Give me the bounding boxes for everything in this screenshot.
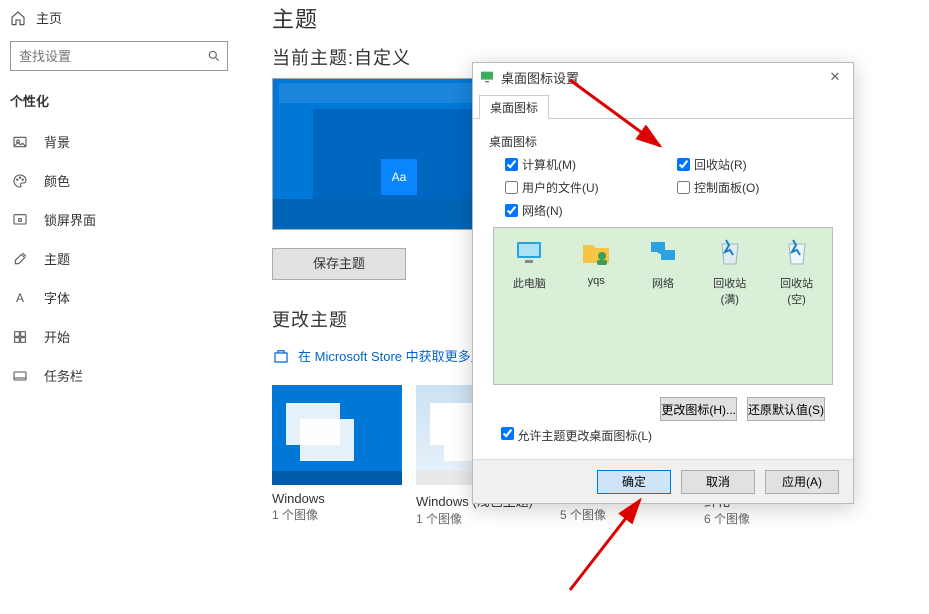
preview-item-user[interactable]: yqs <box>573 236 620 287</box>
dialog-tabstrip: 桌面图标 <box>473 91 853 119</box>
change-icon-button[interactable]: 更改图标(H)... <box>660 397 737 421</box>
check-allow-themes-box[interactable] <box>501 427 514 440</box>
dialog-titlebar[interactable]: 桌面图标设置 ✕ <box>473 63 853 91</box>
preview-accent-tile: Aa <box>381 159 417 195</box>
dialog-bottom-bar: 确定 取消 应用(A) <box>473 459 853 503</box>
save-theme-button[interactable]: 保存主题 <box>272 248 406 280</box>
dialog-tab-desktop-icons[interactable]: 桌面图标 <box>479 95 549 119</box>
search-icon <box>207 49 221 63</box>
lockscreen-icon <box>12 212 28 228</box>
monitor-icon <box>479 69 495 85</box>
search-input[interactable] <box>19 49 207 64</box>
sidebar-home[interactable]: 主页 <box>0 2 238 33</box>
sidebar-item-label: 颜色 <box>44 171 70 190</box>
sidebar-item-label: 开始 <box>44 327 70 346</box>
sidebar-item-label: 锁屏界面 <box>44 210 96 229</box>
theme-name: Windows <box>272 485 402 506</box>
preview-item-computer[interactable]: 此电脑 <box>506 236 553 291</box>
preview-item-label: 网络 <box>640 275 687 291</box>
sidebar-item-label: 主题 <box>44 249 70 268</box>
preview-item-label: yqs <box>573 275 620 287</box>
check-recycle[interactable]: 回收站(R) <box>677 156 839 173</box>
preview-item-label: 回收站(空) <box>773 275 820 307</box>
sidebar-item-start[interactable]: 开始 <box>0 317 238 356</box>
recycle-full-icon <box>714 236 746 268</box>
recycle-empty-icon <box>781 236 813 268</box>
theme-thumb <box>272 385 402 485</box>
page-title: 主题 <box>272 0 909 44</box>
dialog-body: 桌面图标 计算机(M) 回收站(R) 用户的文件(U) 控制面板(O) 网络(N… <box>473 119 853 454</box>
image-icon <box>12 134 28 150</box>
theme-card[interactable]: Windows 1 个图像 <box>272 385 402 527</box>
check-network[interactable]: 网络(N) <box>505 202 667 219</box>
check-network-box[interactable] <box>505 204 518 217</box>
theme-sub: 5 个图像 <box>560 506 690 523</box>
check-control-box[interactable] <box>677 181 690 194</box>
preview-item-network[interactable]: 网络 <box>640 236 687 291</box>
check-computer-box[interactable] <box>505 158 518 171</box>
user-folder-icon <box>580 236 612 268</box>
start-icon <box>12 329 28 345</box>
check-computer[interactable]: 计算机(M) <box>505 156 667 173</box>
preview-item-label: 回收站(满) <box>706 275 753 307</box>
sidebar-item-lockscreen[interactable]: 锁屏界面 <box>0 200 238 239</box>
theme-sub: 1 个图像 <box>272 506 402 523</box>
sidebar-item-background[interactable]: 背景 <box>0 122 238 161</box>
palette-icon <box>12 173 28 189</box>
sidebar-item-label: 背景 <box>44 132 70 151</box>
cancel-button[interactable]: 取消 <box>681 470 755 494</box>
theme-sub: 6 个图像 <box>704 510 834 527</box>
theme-sub: 1 个图像 <box>416 510 546 527</box>
group-label: 桌面图标 <box>489 133 837 150</box>
ok-button[interactable]: 确定 <box>597 470 671 494</box>
network-icon <box>647 236 679 268</box>
check-userfiles[interactable]: 用户的文件(U) <box>505 179 667 196</box>
apply-button[interactable]: 应用(A) <box>765 470 839 494</box>
preview-item-label: 此电脑 <box>506 275 553 291</box>
restore-defaults-button[interactable]: 还原默认值(S) <box>747 397 825 421</box>
sidebar-home-label: 主页 <box>36 8 62 27</box>
store-link-text: 在 Microsoft Store 中获取更多主题 <box>298 346 497 365</box>
dialog-icon-preview: 此电脑 yqs 网络 回收站(满) 回收站(空) <box>493 227 833 385</box>
dialog-title: 桌面图标设置 <box>501 68 579 87</box>
this-pc-icon <box>513 236 545 268</box>
sidebar-section-title: 个性化 <box>0 85 238 122</box>
sidebar-item-fonts[interactable]: A 字体 <box>0 278 238 317</box>
store-icon <box>272 347 290 365</box>
preview-item-recycle-empty[interactable]: 回收站(空) <box>773 236 820 307</box>
sidebar-item-colors[interactable]: 颜色 <box>0 161 238 200</box>
search-box[interactable] <box>10 41 228 71</box>
close-icon[interactable]: ✕ <box>823 69 847 85</box>
sidebar-item-themes[interactable]: 主题 <box>0 239 238 278</box>
taskbar-icon <box>12 368 28 384</box>
check-userfiles-box[interactable] <box>505 181 518 194</box>
sidebar-item-label: 任务栏 <box>44 366 83 385</box>
sidebar-item-label: 字体 <box>44 288 70 307</box>
check-allow-themes[interactable]: 允许主题更改桌面图标(L) <box>501 429 652 443</box>
font-icon: A <box>12 290 28 306</box>
home-icon <box>10 10 26 26</box>
sidebar-item-taskbar[interactable]: 任务栏 <box>0 356 238 395</box>
desktop-icon-settings-dialog: 桌面图标设置 ✕ 桌面图标 桌面图标 计算机(M) 回收站(R) 用户的文件(U… <box>472 62 854 504</box>
check-control[interactable]: 控制面板(O) <box>677 179 839 196</box>
brush-icon <box>12 251 28 267</box>
preview-item-recycle-full[interactable]: 回收站(满) <box>706 236 753 307</box>
sidebar: 主页 个性化 背景 颜色 锁屏界面 主题 A 字体 开始 任务栏 <box>0 0 238 614</box>
check-recycle-box[interactable] <box>677 158 690 171</box>
